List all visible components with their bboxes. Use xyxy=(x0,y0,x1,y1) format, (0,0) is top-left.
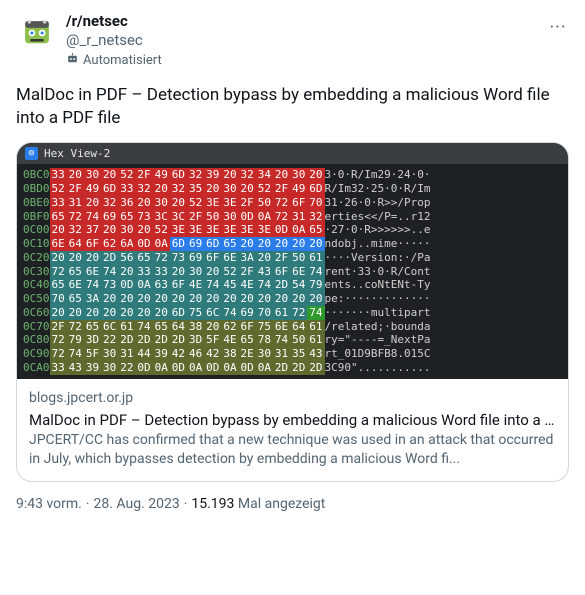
more-icon: ··· xyxy=(549,17,566,38)
more-button[interactable]: ··· xyxy=(541,10,575,44)
hex-ascii: pe:············· xyxy=(325,292,431,306)
hex-bytes: 656E74730D0A636F4E74454E742D5479 xyxy=(50,278,325,292)
hex-bytes: 72656E74203333203020522F436F6E74 xyxy=(50,265,325,279)
tweet-meta: 9:43 vorm.·28. Aug. 2023·15.193 Mal ange… xyxy=(16,496,569,512)
hex-addr: 0C50 xyxy=(23,292,50,306)
card-title: MalDoc in PDF – Detection bypass by embe… xyxy=(29,410,556,430)
hex-bytes: 3331203236203020523E3E2F50726F70 xyxy=(50,196,325,210)
hex-ascii: ry="----=_NextPa xyxy=(325,333,431,347)
hex-bytes: 72745F30314439424642382E30313543 xyxy=(50,347,325,361)
hex-addr: 0CA0 xyxy=(23,361,50,375)
tweet-container: /r/netsec @_r_netsec Automatisiert ··· M… xyxy=(0,0,585,512)
hex-bytes: 522F496D3332203235203020522F496D xyxy=(50,182,325,196)
hex-row: 0CA033433930220D0A0D0A0D0A0D0A2D2D2D3C90… xyxy=(23,361,430,375)
hex-row: 0C00203237203020523E3E3E3E3E3E0D0A65·27·… xyxy=(23,223,430,237)
hex-ascii: ents..coNtENt-Ty xyxy=(325,278,431,292)
hex-row: 0BE03331203236203020523E3E2F50726F7031·2… xyxy=(23,196,430,210)
hex-addr: 0C40 xyxy=(23,278,50,292)
hex-addr: 0C90 xyxy=(23,347,50,361)
hex-bytes: 2020202D56657273696F6E3A202F5061 xyxy=(50,251,325,265)
hex-bytes: 6572746965733C3C2F50300D0A723132 xyxy=(50,210,325,224)
hex-row: 0C60202020202020206D756C746970617274····… xyxy=(23,306,430,320)
hex-bytes: 33433930220D0A0D0A0D0A0D0A2D2D2D xyxy=(50,361,325,375)
automated-badge: Automatisiert xyxy=(66,52,162,70)
hex-ascii: 3C90"........... xyxy=(325,361,431,375)
hex-addr: 0BC0 xyxy=(23,168,50,182)
hex-addr: 0C10 xyxy=(23,237,50,251)
hex-row: 0BC033203020522F496D32392032342030203·0·… xyxy=(23,168,430,182)
hex-app-icon: ◎ xyxy=(25,147,38,160)
hex-addr: 0C30 xyxy=(23,265,50,279)
avatar-robot-icon xyxy=(20,16,54,50)
hex-title: Hex View-2 xyxy=(44,147,110,161)
hex-ascii: ·······multipart xyxy=(325,306,431,320)
hex-row: 0C702F72656C617465643820626F756E6461/rel… xyxy=(23,320,430,334)
hex-row: 0C202020202D56657273696F6E3A202F5061····… xyxy=(23,251,430,265)
hex-row: 0C106E646F626A0D0A6D696D652020202020ndob… xyxy=(23,237,430,251)
hex-ascii: ·27·0·R>>>>>>..e xyxy=(325,223,431,237)
user-handle[interactable]: @_r_netsec xyxy=(66,31,162,50)
hex-bytes: 203237203020523E3E3E3E3E3E0D0A65 xyxy=(50,223,325,237)
hex-addr: 0BE0 xyxy=(23,196,50,210)
hex-ascii: erties<</P=..r12 xyxy=(325,210,431,224)
card-body: blogs.jpcert.or.jp MalDoc in PDF – Detec… xyxy=(17,379,568,481)
hex-table: 0BC033203020522F496D32392032342030203·0·… xyxy=(23,168,430,374)
hex-addr: 0BF0 xyxy=(23,210,50,224)
hex-bytes: 70653A20202020202020202020202020 xyxy=(50,292,325,306)
hex-row: 0C40656E74730D0A636F4E74454E742D5479ents… xyxy=(23,278,430,292)
card-domain: blogs.jpcert.or.jp xyxy=(29,389,556,408)
avatar[interactable] xyxy=(16,12,58,54)
hex-ascii: /related;·bounda xyxy=(325,320,431,334)
hex-addr: 0C60 xyxy=(23,306,50,320)
hex-row: 0BF06572746965733C3C2F50300D0A723132erti… xyxy=(23,210,430,224)
link-card[interactable]: ◎ Hex View-2 0BC033203020522F496D3239203… xyxy=(16,142,569,482)
display-name[interactable]: /r/netsec xyxy=(66,12,162,31)
hex-bytes: 72793D222D2D2D2D3D5F4E6578745061 xyxy=(50,333,325,347)
hex-addr: 0C00 xyxy=(23,223,50,237)
card-image-hexview: ◎ Hex View-2 0BC033203020522F496D3239203… xyxy=(17,143,568,379)
meta-time[interactable]: 9:43 vorm. xyxy=(16,496,82,512)
hex-addr: 0C20 xyxy=(23,251,50,265)
card-description: JPCERT/CC has confirmed that a new techn… xyxy=(29,431,556,469)
meta-date[interactable]: 28. Aug. 2023 xyxy=(94,496,180,512)
hex-bytes: 2F72656C617465643820626F756E6461 xyxy=(50,320,325,334)
tweet-header: /r/netsec @_r_netsec Automatisiert ··· xyxy=(16,12,569,70)
hex-ascii: rt_01D9BFB8.015C xyxy=(325,347,431,361)
user-block: /r/netsec @_r_netsec Automatisiert xyxy=(66,12,162,70)
hex-addr: 0BD0 xyxy=(23,182,50,196)
meta-views-count[interactable]: 15.193 xyxy=(191,496,234,512)
hex-row: 0C8072793D222D2D2D2D3D5F4E6578745061ry="… xyxy=(23,333,430,347)
hex-ascii: rent·33·0·R/Cont xyxy=(325,265,431,279)
hex-bytes: 202020202020206D756C746970617274 xyxy=(50,306,325,320)
hex-ascii: 3·0·R/Im29·24·0· xyxy=(325,168,431,182)
hex-bytes: 33203020522F496D3239203234203020 xyxy=(50,168,325,182)
meta-views-label: Mal angezeigt xyxy=(238,496,325,512)
hex-row: 0BD0522F496D3332203235203020522F496DR/Im… xyxy=(23,182,430,196)
hex-addr: 0C70 xyxy=(23,320,50,334)
tweet-text: MalDoc in PDF – Detection bypass by embe… xyxy=(16,84,569,130)
hex-bytes: 6E646F626A0D0A6D696D652020202020 xyxy=(50,237,325,251)
automated-label: Automatisiert xyxy=(83,53,162,69)
hex-row: 0C3072656E74203333203020522F436F6E74rent… xyxy=(23,265,430,279)
hex-row: 0C5070653A20202020202020202020202020pe:·… xyxy=(23,292,430,306)
hex-ascii: R/Im32·25·0·R/Im xyxy=(325,182,431,196)
hex-row: 0C9072745F30314439424642382E30313543rt_0… xyxy=(23,347,430,361)
hex-ascii: ····Version:·/Pa xyxy=(325,251,431,265)
hex-ascii: 31·26·0·R>>/Prop xyxy=(325,196,431,210)
robot-icon xyxy=(66,52,79,70)
hex-addr: 0C80 xyxy=(23,333,50,347)
hex-title-bar: ◎ Hex View-2 xyxy=(17,143,568,165)
hex-ascii: ndobj..mime····· xyxy=(325,237,431,251)
